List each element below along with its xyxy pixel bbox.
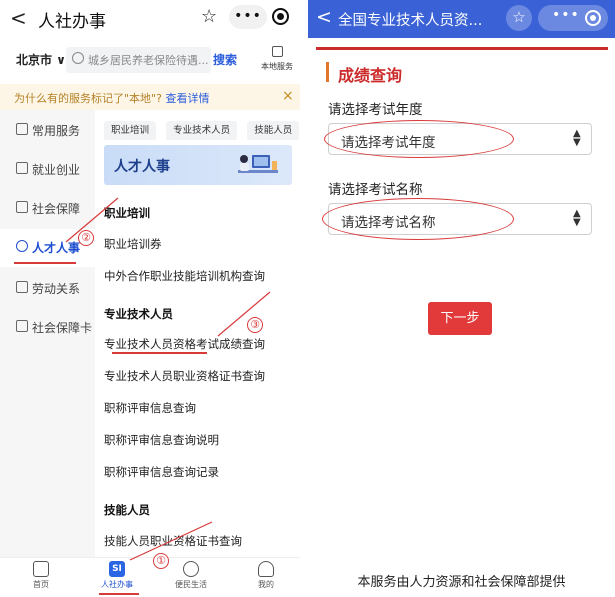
divider [316,47,608,50]
shield-icon [16,201,28,213]
service-link[interactable]: 职业培训券 [104,236,162,252]
service-link[interactable]: 专业技术人员职业资格证书查询 [104,368,265,384]
more-menu-button[interactable]: ••• [229,5,267,29]
notice-message: 为什么有的服务标记了"本地"? [14,92,162,105]
annotation-underline [112,352,207,354]
sort-caret-icon: ▲ ▼ [573,128,581,148]
page-title: 人社办事 [38,12,106,32]
tab-life[interactable]: 便民生活 [166,561,216,590]
notice-bar: 为什么有的服务标记了"本地"? 查看详情 × [0,84,300,110]
tab-home[interactable]: 首页 [16,561,66,590]
category-sidebar: 常用服务 就业创业 社会保障 人才人事 劳动关系 社会保障卡 [0,110,95,557]
sidebar-item-label: 常用服务 [32,124,81,138]
top-bar: < 人社办事 ☆ ••• [0,0,300,38]
service-link[interactable]: 职称评审信息查询说明 [104,432,219,448]
sidebar-item-label: 就业创业 [32,163,81,177]
footer-text: 本服务由人力资源和社会保障部提供 [357,575,566,590]
page-title: 全国专业技术人员资... [338,13,483,29]
bottom-tab-bar: 首页 SI 人社办事 便民生活 我的 [0,557,300,597]
category-tags: 职业培训 专业技术人员 技能人员 [104,118,300,140]
annotation-ellipse [322,198,514,240]
annotation-underline [99,593,139,595]
briefcase-icon [16,162,28,174]
person-icon [16,240,28,252]
search-placeholder: 城乡居民养老保险待遇... [88,54,208,67]
tag-professional-technical[interactable]: 专业技术人员 [166,121,238,140]
close-icon[interactable]: × [282,88,294,104]
top-bar: < 全国专业技术人员资... ☆ ••• [308,0,615,38]
annotation-step-3: ③ [247,317,263,333]
office-illustration-icon [238,155,278,173]
checkbox-icon[interactable] [271,46,283,57]
sort-caret-icon: ▲ ▼ [573,208,581,228]
service-link-exam-score[interactable]: 专业技术人员资格考试成绩查询 [104,336,265,352]
banner-title: 人才人事 [114,159,170,175]
home-icon [33,561,49,577]
section-title: 技能人员 [104,503,150,517]
local-service-label: 本地服务 [261,62,293,71]
exam-label: 请选择考试名称 [328,182,423,198]
tag-vocational-training[interactable]: 职业培训 [104,121,157,140]
sidebar-item-label: 劳动关系 [32,282,81,296]
sidebar-item-social-security[interactable]: 社会保障 [0,190,95,228]
tab-label: 首页 [33,580,49,589]
close-miniapp-icon[interactable] [585,10,601,26]
star-icon[interactable]: ☆ [506,5,532,31]
annotation-step-2: ② [78,230,94,246]
year-label: 请选择考试年度 [328,102,423,118]
annotation-step-1: ① [153,553,169,569]
left-screen: < 人社办事 ☆ ••• 北京市 ∨ 城乡居民养老保险待遇... 搜索 本地服务… [0,0,300,597]
miniapp-capsule: ••• [538,5,608,31]
sidebar-item-common[interactable]: 常用服务 [0,112,95,150]
notice-text: 为什么有的服务标记了"本地"? 查看详情 [14,90,209,106]
next-button[interactable]: 下一步 [428,302,492,335]
star-icon[interactable]: ☆ [201,6,217,27]
category-banner: 人才人事 [104,145,292,185]
right-screen: < 全国专业技术人员资... ☆ ••• 成绩查询 请选择考试年度 请选择考试年… [308,0,615,597]
card-icon [16,320,28,332]
notice-details-link[interactable]: 查看详情 [165,92,209,105]
more-menu-button[interactable]: ••• [552,7,580,23]
screen-divider [300,0,308,597]
tab-label: 便民生活 [175,580,207,589]
person-icon [258,561,274,577]
tab-label: 我的 [258,580,274,589]
grid-icon [16,123,28,135]
sidebar-item-card[interactable]: 社会保障卡 [0,309,95,347]
search-input[interactable]: 城乡居民养老保险待遇... [66,47,211,73]
service-link[interactable]: 职称评审信息查询记录 [104,464,219,480]
heart-icon [183,561,199,577]
service-link[interactable]: 职称评审信息查询 [104,400,196,416]
tag-skilled-workers[interactable]: 技能人员 [247,121,300,140]
annotation-underline [14,262,76,264]
city-selector[interactable]: 北京市 ∨ [16,51,66,68]
tab-services[interactable]: SI 人社办事 [92,561,142,590]
tab-label: 人社办事 [101,580,133,589]
search-button[interactable]: 搜索 [213,51,237,68]
sidebar-item-label: 社会保障卡 [32,321,93,335]
si-icon: SI [109,561,125,577]
document-icon [16,281,28,293]
local-service-toggle[interactable]: 本地服务 [257,46,297,72]
section-heading: 成绩查询 [338,66,403,85]
back-icon[interactable]: < [316,6,332,28]
sidebar-item-employment[interactable]: 就业创业 [0,151,95,189]
service-link[interactable]: 中外合作职业技能培训机构查询 [104,268,265,284]
back-icon[interactable]: < [10,6,27,30]
service-link[interactable]: 技能人员职业资格证书查询 [104,533,242,549]
search-row: 北京市 ∨ 城乡居民养老保险待遇... 搜索 本地服务 [0,42,300,78]
sidebar-item-labor[interactable]: 劳动关系 [0,270,95,308]
section-title: 职业培训 [104,206,150,220]
close-miniapp-icon[interactable] [272,8,289,25]
sidebar-item-label: 人才人事 [32,241,81,255]
heading-accent [326,62,329,82]
annotation-ellipse [324,120,514,158]
section-title: 专业技术人员 [104,307,173,321]
sidebar-item-label: 社会保障 [32,202,81,216]
tab-mine[interactable]: 我的 [241,561,291,590]
search-icon [72,52,84,64]
